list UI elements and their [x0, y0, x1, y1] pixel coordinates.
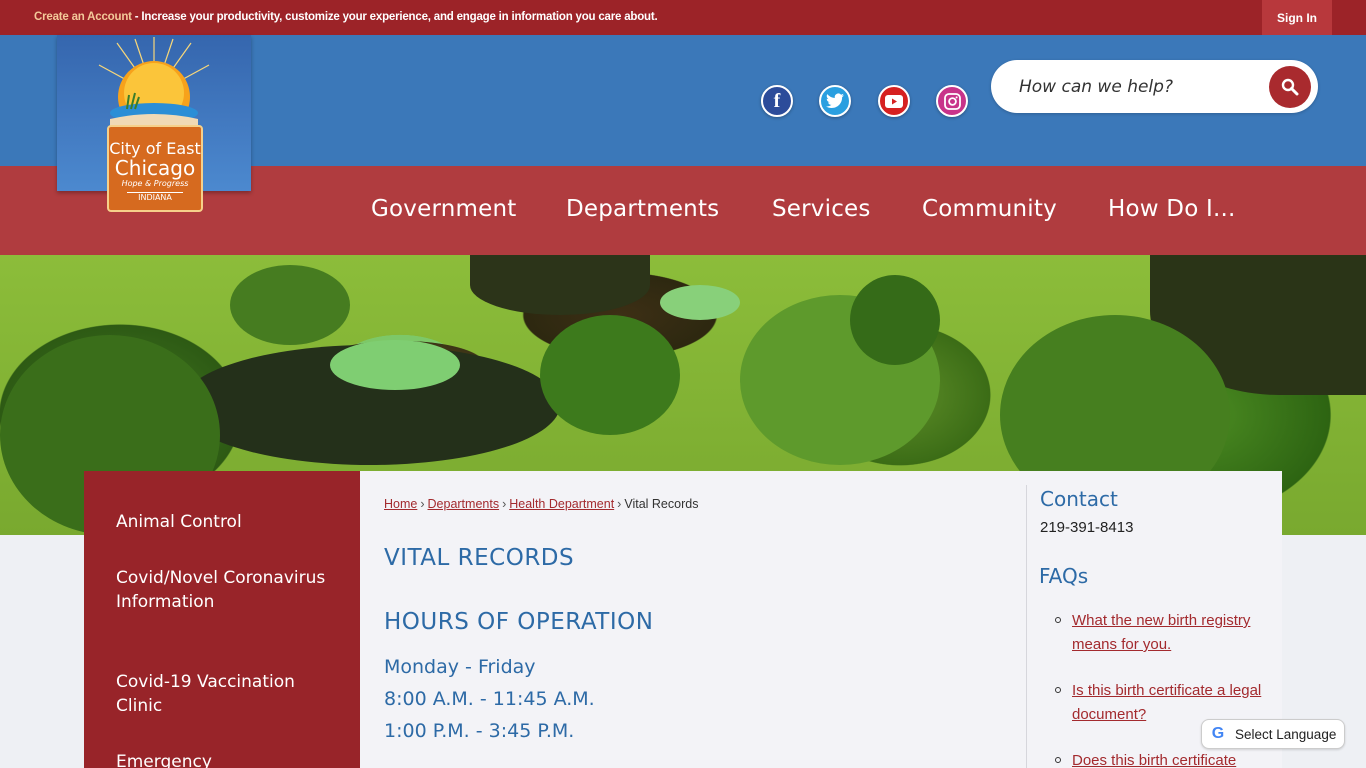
tree-shape: [540, 315, 680, 435]
account-message: Create an Account - Increase your produc…: [34, 11, 658, 23]
list-bullet: [1055, 687, 1061, 693]
search-button[interactable]: [1269, 66, 1311, 108]
breadcrumb-current: Vital Records: [624, 497, 699, 511]
faq-link-birth-certificate[interactable]: Does this birth certificate: [1072, 749, 1272, 768]
breadcrumb: Home › Departments › Health Department › Vital…: [384, 497, 698, 511]
hours-afternoon: 1:00 P.M. - 3:45 P.M.: [384, 720, 575, 742]
search-input[interactable]: [1019, 74, 1249, 100]
list-bullet: [1055, 617, 1061, 623]
sidebar: Animal Control Covid/Novel Coronavirus I…: [84, 471, 360, 768]
instagram-camera-icon: [943, 92, 961, 110]
putting-green-shape: [660, 285, 740, 320]
facebook-icon[interactable]: f: [761, 85, 793, 117]
contact-phone: 219-391-8413: [1040, 519, 1134, 536]
page-title: VITAL RECORDS: [384, 545, 575, 571]
sidebar-item-vaccination-clinic[interactable]: Covid-19 Vaccination Clinic: [116, 670, 336, 718]
twitter-bird-icon: [826, 93, 844, 109]
breadcrumb-health-department[interactable]: Health Department: [509, 497, 614, 511]
create-account-link[interactable]: Create an Account: [34, 11, 132, 23]
search-icon: [1281, 78, 1299, 96]
account-message-text: - Increase your productivity, customize …: [131, 11, 658, 23]
search-box: [991, 60, 1318, 113]
faq-link-birth-registry[interactable]: What the new birth registry means for yo…: [1072, 609, 1272, 657]
top-bar: Create an Account - Increase your produc…: [0, 0, 1366, 35]
hours-days: Monday - Friday: [384, 656, 536, 678]
sidebar-item-covid-info[interactable]: Covid/Novel Coronavirus Information: [116, 566, 336, 614]
list-bullet: [1055, 757, 1061, 763]
breadcrumb-separator: ›: [502, 497, 507, 511]
youtube-icon[interactable]: [878, 85, 910, 117]
breadcrumb-separator: ›: [420, 497, 425, 511]
instagram-icon[interactable]: [936, 85, 968, 117]
breadcrumb-departments[interactable]: Departments: [428, 497, 500, 511]
city-logo-badge[interactable]: City of East Chicago Hope & Progress IND…: [107, 125, 203, 212]
logo-line2: Chicago: [114, 156, 196, 180]
nav-how-do-i[interactable]: How Do I...: [1108, 196, 1236, 222]
nav-community[interactable]: Community: [922, 196, 1057, 222]
breadcrumb-home[interactable]: Home: [384, 497, 417, 511]
tree-shape: [230, 265, 350, 345]
select-language-label: Select Language: [1235, 726, 1337, 742]
tree-shape: [850, 275, 940, 365]
sidebar-item-emergency[interactable]: Emergency: [116, 750, 336, 768]
google-icon: G: [1211, 725, 1225, 742]
nav-government[interactable]: Government: [371, 196, 516, 222]
hours-heading: HOURS OF OPERATION: [384, 609, 654, 635]
twitter-icon[interactable]: [819, 85, 851, 117]
hours-morning: 8:00 A.M. - 11:45 A.M.: [384, 688, 595, 710]
logo-state: INDIANA: [127, 192, 183, 203]
logo-tagline: Hope & Progress: [121, 179, 189, 188]
select-language-widget[interactable]: G Select Language: [1201, 719, 1345, 749]
main-content: Home › Departments › Health Department › Vital…: [360, 471, 1282, 768]
sidebar-item-animal-control[interactable]: Animal Control: [116, 510, 336, 534]
sign-in-button[interactable]: Sign In: [1262, 0, 1332, 35]
faqs-heading: FAQs: [1039, 564, 1089, 588]
putting-green-shape: [330, 340, 460, 390]
youtube-play-icon: [885, 94, 903, 108]
contact-heading: Contact: [1040, 487, 1118, 511]
breadcrumb-separator: ›: [617, 497, 622, 511]
nav-departments[interactable]: Departments: [566, 196, 719, 222]
pond-shape: [470, 255, 650, 315]
nav-services[interactable]: Services: [772, 196, 871, 222]
